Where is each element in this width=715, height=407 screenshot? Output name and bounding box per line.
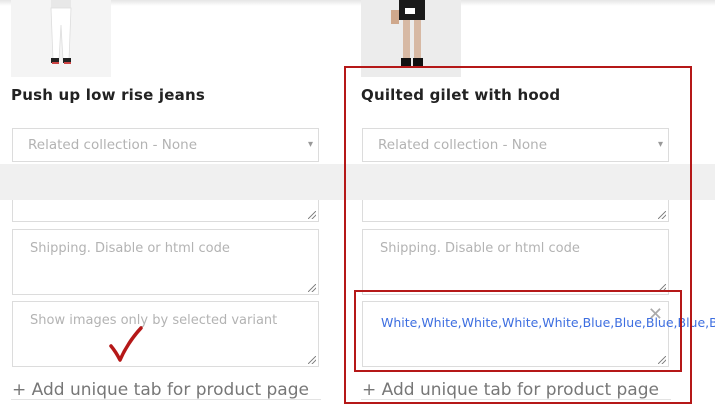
- shipping-placeholder: Shipping. Disable or html code: [30, 241, 230, 256]
- variant-images-textarea[interactable]: Show images only by selected variant: [12, 301, 319, 367]
- product-image-1[interactable]: [11, 0, 111, 77]
- chevron-down-icon: ▾: [307, 139, 313, 150]
- product-card-1: Push up low rise jeans Related collectio…: [11, 0, 321, 407]
- product-photo-jeans: [11, 0, 111, 77]
- variant-images-placeholder: Show images only by selected variant: [30, 313, 278, 328]
- checkmark-annotation-icon: [109, 326, 143, 362]
- shipping-textarea[interactable]: Shipping. Disable or html code: [12, 229, 319, 295]
- resize-handle-icon[interactable]: [308, 211, 316, 219]
- divider: [11, 399, 321, 400]
- highlight-box-inner: [354, 290, 682, 372]
- resize-handle-icon[interactable]: [308, 284, 316, 292]
- resize-handle-icon[interactable]: [308, 356, 316, 364]
- add-unique-tab-link[interactable]: + Add unique tab for product page: [12, 380, 309, 400]
- related-collection-value: Related collection - None: [28, 137, 198, 153]
- product-title: Push up low rise jeans: [11, 86, 205, 104]
- related-collection-select[interactable]: Related collection - None ▾: [12, 128, 319, 162]
